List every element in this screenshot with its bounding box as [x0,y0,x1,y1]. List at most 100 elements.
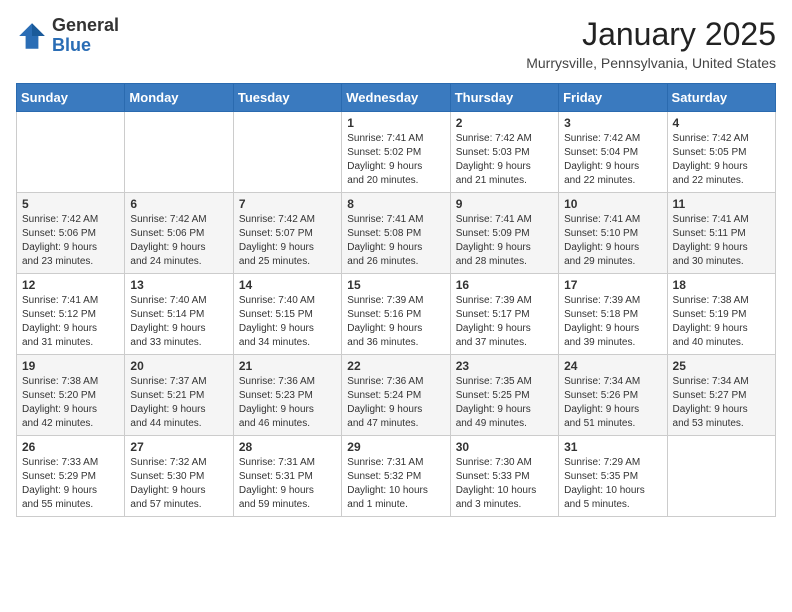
calendar-cell: 23Sunrise: 7:35 AM Sunset: 5:25 PM Dayli… [450,355,558,436]
day-number: 1 [347,116,444,130]
page-header: General Blue January 2025 Murrysville, P… [16,16,776,71]
day-number: 8 [347,197,444,211]
day-number: 30 [456,440,553,454]
day-number: 24 [564,359,661,373]
calendar-header-row: SundayMondayTuesdayWednesdayThursdayFrid… [17,84,776,112]
calendar-cell: 20Sunrise: 7:37 AM Sunset: 5:21 PM Dayli… [125,355,233,436]
day-info: Sunrise: 7:41 AM Sunset: 5:08 PM Dayligh… [347,213,444,269]
day-info: Sunrise: 7:31 AM Sunset: 5:31 PM Dayligh… [239,456,336,512]
day-of-week-header: Saturday [667,84,775,112]
calendar-cell: 25 Sunrise: 7:34 AM Sunset: 5:27 PM Dayli… [667,355,775,436]
calendar-cell: 29 Sunrise: 7:31 AM Sunset: 5:32 PM Dayli… [342,436,450,517]
day-info: Sunrise: 7:33 AM Sunset: 5:29 PM Dayligh… [22,456,119,512]
day-number: 23 [456,359,553,373]
calendar-cell: 16Sunrise: 7:39 AM Sunset: 5:17 PM Dayli… [450,274,558,355]
calendar-cell: 14 Sunrise: 7:40 AM Sunset: 5:15 PM Dayli… [233,274,341,355]
day-info: Sunrise: 7:40 AM Sunset: 5:14 PM Dayligh… [130,294,227,350]
day-info: Sunrise: 7:32 AM Sunset: 5:30 PM Dayligh… [130,456,227,512]
day-info: Sunrise: 7:34 AM Sunset: 5:26 PM Dayligh… [564,375,661,431]
title-block: January 2025 Murrysville, Pennsylvania, … [526,16,776,71]
calendar-cell: 22 Sunrise: 7:36 AM Sunset: 5:24 PM Dayli… [342,355,450,436]
day-number: 21 [239,359,336,373]
calendar-cell: 31 Sunrise: 7:29 AM Sunset: 5:35 PM Dayli… [559,436,667,517]
day-info: Sunrise: 7:41 AM Sunset: 5:11 PM Dayligh… [673,213,770,269]
calendar-cell: 15 Sunrise: 7:39 AM Sunset: 5:16 PM Dayli… [342,274,450,355]
day-info: Sunrise: 7:41 AM Sunset: 5:12 PM Dayligh… [22,294,119,350]
calendar-cell: 27 Sunrise: 7:32 AM Sunset: 5:30 PM Dayli… [125,436,233,517]
calendar-cell: 11 Sunrise: 7:41 AM Sunset: 5:11 PM Dayli… [667,193,775,274]
calendar-cell: 2Sunrise: 7:42 AM Sunset: 5:03 PM Daylig… [450,112,558,193]
day-number: 16 [456,278,553,292]
month-title: January 2025 [526,16,776,53]
day-number: 14 [239,278,336,292]
calendar-cell: 19Sunrise: 7:38 AM Sunset: 5:20 PM Dayli… [17,355,125,436]
day-info: Sunrise: 7:37 AM Sunset: 5:21 PM Dayligh… [130,375,227,431]
calendar-week-row: 26Sunrise: 7:33 AM Sunset: 5:29 PM Dayli… [17,436,776,517]
day-info: Sunrise: 7:42 AM Sunset: 5:06 PM Dayligh… [130,213,227,269]
day-number: 7 [239,197,336,211]
logo-text: General Blue [52,16,119,56]
calendar-cell: 17Sunrise: 7:39 AM Sunset: 5:18 PM Dayli… [559,274,667,355]
day-number: 15 [347,278,444,292]
calendar-cell: 12 Sunrise: 7:41 AM Sunset: 5:12 PM Dayli… [17,274,125,355]
day-number: 13 [130,278,227,292]
day-of-week-header: Tuesday [233,84,341,112]
day-number: 18 [673,278,770,292]
day-info: Sunrise: 7:42 AM Sunset: 5:05 PM Dayligh… [673,132,770,188]
day-info: Sunrise: 7:41 AM Sunset: 5:09 PM Dayligh… [456,213,553,269]
day-info: Sunrise: 7:30 AM Sunset: 5:33 PM Dayligh… [456,456,553,512]
calendar-cell: 6 Sunrise: 7:42 AM Sunset: 5:06 PM Daylig… [125,193,233,274]
day-info: Sunrise: 7:39 AM Sunset: 5:16 PM Dayligh… [347,294,444,350]
logo-icon [16,20,48,52]
calendar-cell [667,436,775,517]
calendar-cell: 30 Sunrise: 7:30 AM Sunset: 5:33 PM Dayli… [450,436,558,517]
calendar-cell: 18Sunrise: 7:38 AM Sunset: 5:19 PM Dayli… [667,274,775,355]
calendar-cell: 24 Sunrise: 7:34 AM Sunset: 5:26 PM Dayli… [559,355,667,436]
day-number: 27 [130,440,227,454]
location-text: Murrysville, Pennsylvania, United States [526,55,776,71]
day-info: Sunrise: 7:42 AM Sunset: 5:07 PM Dayligh… [239,213,336,269]
calendar-cell: 3Sunrise: 7:42 AM Sunset: 5:04 PM Daylig… [559,112,667,193]
day-of-week-header: Thursday [450,84,558,112]
day-info: Sunrise: 7:39 AM Sunset: 5:18 PM Dayligh… [564,294,661,350]
calendar-cell [125,112,233,193]
calendar-cell: 13 Sunrise: 7:40 AM Sunset: 5:14 PM Dayli… [125,274,233,355]
day-number: 29 [347,440,444,454]
calendar-week-row: 5Sunrise: 7:42 AM Sunset: 5:06 PM Daylig… [17,193,776,274]
day-number: 22 [347,359,444,373]
day-info: Sunrise: 7:41 AM Sunset: 5:10 PM Dayligh… [564,213,661,269]
day-info: Sunrise: 7:31 AM Sunset: 5:32 PM Dayligh… [347,456,444,512]
calendar-week-row: 1 Sunrise: 7:41 AM Sunset: 5:02 PM Daylig… [17,112,776,193]
day-number: 9 [456,197,553,211]
day-info: Sunrise: 7:40 AM Sunset: 5:15 PM Dayligh… [239,294,336,350]
day-info: Sunrise: 7:29 AM Sunset: 5:35 PM Dayligh… [564,456,661,512]
calendar-cell: 26Sunrise: 7:33 AM Sunset: 5:29 PM Dayli… [17,436,125,517]
calendar-cell: 1 Sunrise: 7:41 AM Sunset: 5:02 PM Daylig… [342,112,450,193]
day-info: Sunrise: 7:34 AM Sunset: 5:27 PM Dayligh… [673,375,770,431]
calendar-cell: 8 Sunrise: 7:41 AM Sunset: 5:08 PM Daylig… [342,193,450,274]
calendar-cell: 9 Sunrise: 7:41 AM Sunset: 5:09 PM Daylig… [450,193,558,274]
day-info: Sunrise: 7:36 AM Sunset: 5:24 PM Dayligh… [347,375,444,431]
day-number: 25 [673,359,770,373]
day-number: 6 [130,197,227,211]
calendar-cell: 7 Sunrise: 7:42 AM Sunset: 5:07 PM Daylig… [233,193,341,274]
calendar-cell: 4Sunrise: 7:42 AM Sunset: 5:05 PM Daylig… [667,112,775,193]
day-number: 31 [564,440,661,454]
calendar-week-row: 12 Sunrise: 7:41 AM Sunset: 5:12 PM Dayli… [17,274,776,355]
day-info: Sunrise: 7:42 AM Sunset: 5:03 PM Dayligh… [456,132,553,188]
day-number: 3 [564,116,661,130]
day-info: Sunrise: 7:41 AM Sunset: 5:02 PM Dayligh… [347,132,444,188]
day-number: 10 [564,197,661,211]
day-number: 11 [673,197,770,211]
day-of-week-header: Sunday [17,84,125,112]
calendar-week-row: 19Sunrise: 7:38 AM Sunset: 5:20 PM Dayli… [17,355,776,436]
day-info: Sunrise: 7:38 AM Sunset: 5:20 PM Dayligh… [22,375,119,431]
calendar-cell: 28Sunrise: 7:31 AM Sunset: 5:31 PM Dayli… [233,436,341,517]
day-number: 12 [22,278,119,292]
calendar-cell: 5Sunrise: 7:42 AM Sunset: 5:06 PM Daylig… [17,193,125,274]
day-info: Sunrise: 7:42 AM Sunset: 5:06 PM Dayligh… [22,213,119,269]
logo-general-text: General [52,15,119,35]
day-of-week-header: Friday [559,84,667,112]
calendar-cell [233,112,341,193]
day-of-week-header: Wednesday [342,84,450,112]
